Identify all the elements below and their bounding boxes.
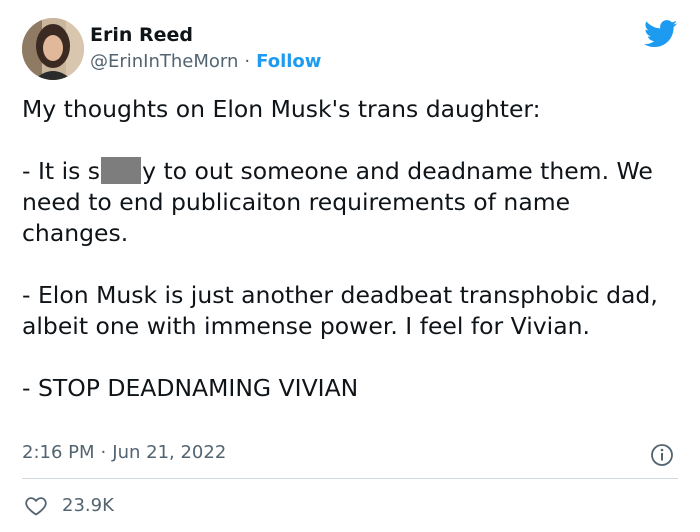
divider — [22, 478, 678, 479]
author-name[interactable]: Erin Reed — [90, 24, 193, 46]
tweet-paragraph-musk: - Elon Musk is just another deadbeat tra… — [22, 281, 658, 340]
tweet-time[interactable]: 2:16 PM — [22, 442, 95, 463]
avatar[interactable] — [22, 18, 84, 80]
follow-button[interactable]: Follow — [256, 51, 321, 72]
tweet-paragraph-deadname: - It is sy to out someone and deadname t… — [22, 156, 682, 249]
like-count: 23.9K — [62, 495, 114, 516]
author-handle[interactable]: @ErinInTheMorn — [90, 51, 238, 72]
twitter-bird-icon[interactable] — [644, 20, 678, 48]
tweet-date[interactable]: Jun 21, 2022 — [112, 442, 226, 463]
info-icon[interactable] — [650, 443, 674, 467]
tweet-paragraph-stop: - STOP DEADNAMING VIVIAN — [22, 374, 359, 402]
like-button[interactable]: 23.9K — [24, 493, 114, 519]
tweet-p2-prefix: - It is s — [22, 157, 101, 185]
tweet-timestamp[interactable]: 2:16 PM · Jun 21, 2022 — [22, 442, 226, 464]
author-handle-row: @ErinInTheMorn · Follow — [90, 51, 321, 73]
tweet-line-intro: My thoughts on Elon Musk's trans daughte… — [22, 95, 541, 123]
censor-block — [101, 157, 142, 184]
heart-icon — [25, 497, 47, 516]
tweet-text: My thoughts on Elon Musk's trans daughte… — [22, 94, 682, 404]
handle-separator: · — [244, 51, 251, 72]
timestamp-separator: · — [100, 442, 107, 463]
